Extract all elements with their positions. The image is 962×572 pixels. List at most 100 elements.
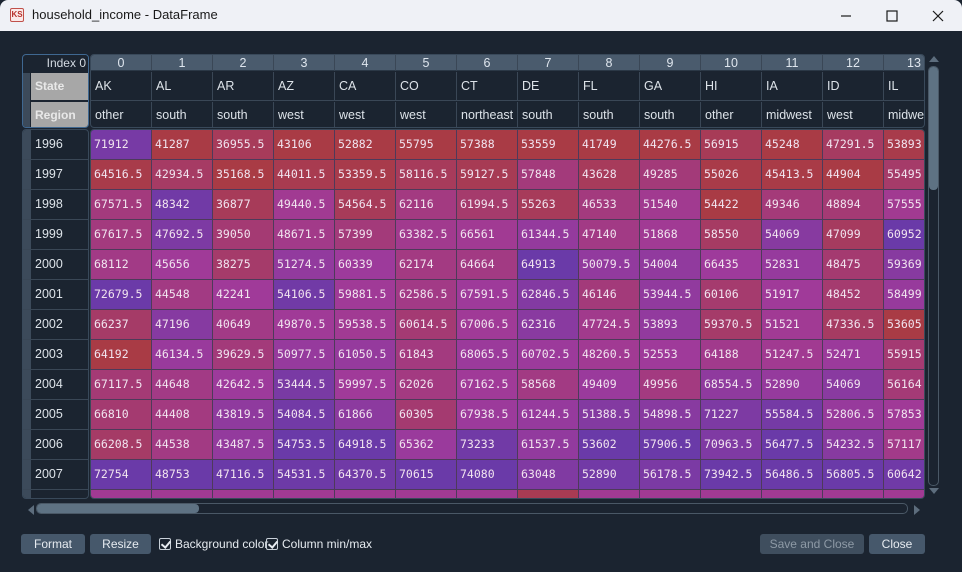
background-color-checkbox[interactable]: Background color xyxy=(159,537,268,551)
table-cell[interactable] xyxy=(640,490,701,498)
table-cell[interactable]: 46134.5 xyxy=(152,340,213,370)
column-number-header[interactable]: 4 xyxy=(335,55,396,71)
table-cell[interactable]: 49285 xyxy=(640,160,701,190)
table-cell[interactable]: 67006.5 xyxy=(457,310,518,340)
table-cell[interactable]: 55495 xyxy=(884,160,924,190)
table-cell[interactable]: 35168.5 xyxy=(213,160,274,190)
table-cell[interactable]: 48671.5 xyxy=(274,220,335,250)
table-cell[interactable]: 44904 xyxy=(823,160,884,190)
row-index-cell[interactable]: 2004 xyxy=(23,370,88,400)
table-cell[interactable]: 42934.5 xyxy=(152,160,213,190)
table-cell[interactable]: 49870.5 xyxy=(274,310,335,340)
table-cell[interactable]: 48475 xyxy=(823,250,884,280)
table-cell[interactable]: 39050 xyxy=(213,220,274,250)
table-cell[interactable]: 43628 xyxy=(579,160,640,190)
table-cell[interactable]: 67117.5 xyxy=(91,370,152,400)
table-cell[interactable]: 47724.5 xyxy=(579,310,640,340)
table-cell[interactable]: 60952 xyxy=(884,220,924,250)
table-cell[interactable]: 54531.5 xyxy=(274,460,335,490)
table-cell[interactable]: 53944.5 xyxy=(640,280,701,310)
column-number-header[interactable]: 5 xyxy=(396,55,457,71)
column-number-header[interactable]: 11 xyxy=(762,55,823,71)
table-cell[interactable]: 44276.5 xyxy=(640,130,701,160)
table-cell[interactable]: 73233 xyxy=(457,430,518,460)
table-cell[interactable]: 60642 xyxy=(884,460,924,490)
table-cell[interactable]: 60702.5 xyxy=(518,340,579,370)
table-cell[interactable]: 66810 xyxy=(91,400,152,430)
table-cell[interactable]: 62846.5 xyxy=(518,280,579,310)
table-cell[interactable]: 72679.5 xyxy=(91,280,152,310)
table-cell[interactable]: 57388 xyxy=(457,130,518,160)
table-cell[interactable]: 57848 xyxy=(518,160,579,190)
table-cell[interactable]: 57399 xyxy=(335,220,396,250)
table-cell[interactable]: 67591.5 xyxy=(457,280,518,310)
table-cell[interactable]: 64664 xyxy=(457,250,518,280)
table-cell[interactable]: 62116 xyxy=(396,190,457,220)
horizontal-scrollbar[interactable] xyxy=(26,503,926,517)
row-index-cell[interactable]: 2007 xyxy=(23,460,88,490)
table-cell[interactable]: 66237 xyxy=(91,310,152,340)
table-cell[interactable]: 52806.5 xyxy=(823,400,884,430)
maximize-button[interactable] xyxy=(869,0,915,31)
column-number-header[interactable]: 13 xyxy=(884,55,924,71)
table-cell[interactable]: 42642.5 xyxy=(213,370,274,400)
checkbox-checked-icon[interactable] xyxy=(266,538,278,550)
table-cell[interactable] xyxy=(884,490,924,498)
table-cell[interactable] xyxy=(213,490,274,498)
table-cell[interactable]: 45248 xyxy=(762,130,823,160)
table-cell[interactable]: 64192 xyxy=(91,340,152,370)
row-index-cell[interactable]: 1999 xyxy=(23,220,88,250)
table-cell[interactable]: 47692.5 xyxy=(152,220,213,250)
table-cell[interactable]: 47196 xyxy=(152,310,213,340)
table-cell[interactable]: 43487.5 xyxy=(213,430,274,460)
table-cell[interactable]: 64913 xyxy=(518,250,579,280)
table-cell[interactable]: 59370.5 xyxy=(701,310,762,340)
table-cell[interactable]: 55026 xyxy=(701,160,762,190)
table-cell[interactable]: 49409 xyxy=(579,370,640,400)
column-number-header[interactable]: 3 xyxy=(274,55,335,71)
table-cell[interactable]: 51540 xyxy=(640,190,701,220)
table-cell[interactable]: 44548 xyxy=(152,280,213,310)
vertical-scroll-thumb[interactable] xyxy=(929,67,938,190)
table-cell[interactable]: 54232.5 xyxy=(823,430,884,460)
table-cell[interactable]: 55584.5 xyxy=(762,400,823,430)
table-cell[interactable]: 56178.5 xyxy=(640,460,701,490)
table-cell[interactable] xyxy=(152,490,213,498)
table-cell[interactable]: 66561 xyxy=(457,220,518,250)
table-cell[interactable]: 44648 xyxy=(152,370,213,400)
table-cell[interactable]: 58116.5 xyxy=(396,160,457,190)
table-cell[interactable]: 42241 xyxy=(213,280,274,310)
table-cell[interactable]: 67617.5 xyxy=(91,220,152,250)
column-number-header[interactable]: 0 xyxy=(91,55,152,71)
column-number-header[interactable]: 7 xyxy=(518,55,579,71)
table-cell[interactable]: 71912 xyxy=(91,130,152,160)
table-cell[interactable]: 48342 xyxy=(152,190,213,220)
table-cell[interactable]: 54084.5 xyxy=(274,400,335,430)
row-index-cell[interactable]: 2000 xyxy=(23,250,88,280)
table-cell[interactable]: 41749 xyxy=(579,130,640,160)
table-cell[interactable]: 73942.5 xyxy=(701,460,762,490)
table-cell[interactable]: 54564.5 xyxy=(335,190,396,220)
table-cell[interactable] xyxy=(274,490,335,498)
table-cell[interactable]: 67571.5 xyxy=(91,190,152,220)
table-cell[interactable]: 39629.5 xyxy=(213,340,274,370)
table-cell[interactable]: 36955.5 xyxy=(213,130,274,160)
table-cell[interactable]: 67938.5 xyxy=(457,400,518,430)
table-cell[interactable]: 61537.5 xyxy=(518,430,579,460)
table-cell[interactable]: 41287 xyxy=(152,130,213,160)
table-cell[interactable]: 61994.5 xyxy=(457,190,518,220)
save-and-close-button[interactable]: Save and Close xyxy=(760,534,864,554)
table-cell[interactable] xyxy=(396,490,457,498)
table-cell[interactable]: 56486.5 xyxy=(762,460,823,490)
column-number-header[interactable]: 12 xyxy=(823,55,884,71)
row-index-cell[interactable]: 1997 xyxy=(23,160,88,190)
table-cell[interactable]: 43106 xyxy=(274,130,335,160)
column-number-header[interactable]: 1 xyxy=(152,55,213,71)
close-button[interactable]: Close xyxy=(869,534,925,554)
table-cell[interactable]: 56915 xyxy=(701,130,762,160)
table-cell[interactable]: 60305 xyxy=(396,400,457,430)
table-cell[interactable] xyxy=(518,490,579,498)
scroll-down-arrow-icon[interactable] xyxy=(929,488,939,494)
table-cell[interactable]: 62026 xyxy=(396,370,457,400)
table-cell[interactable]: 58568 xyxy=(518,370,579,400)
